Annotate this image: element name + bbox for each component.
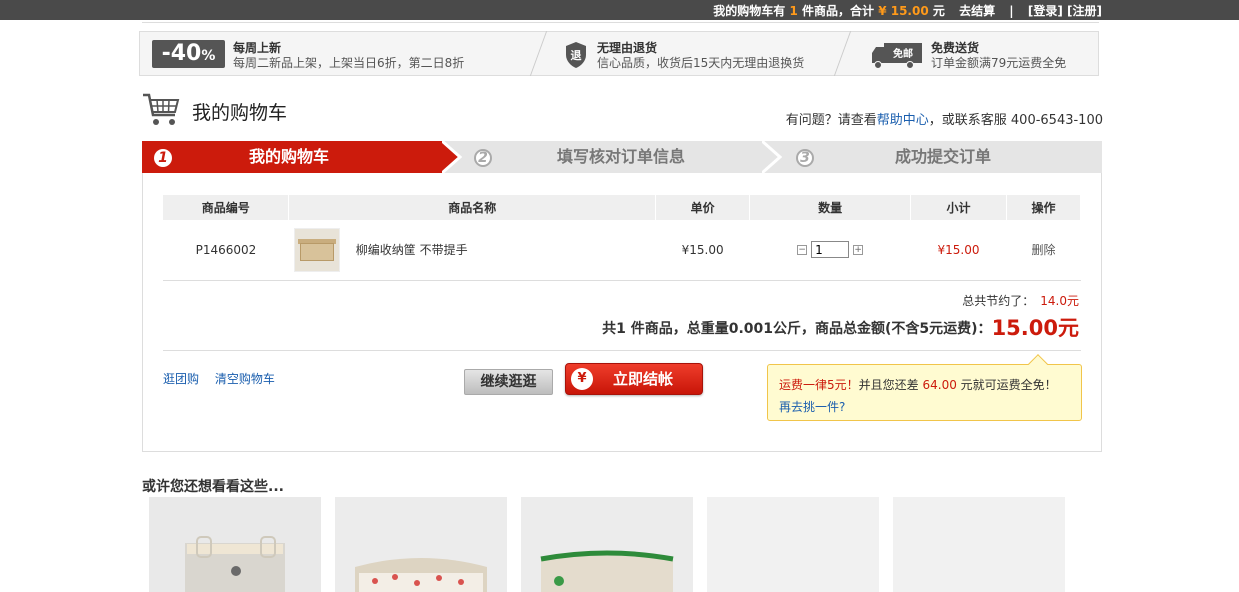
shopping-cart-icon (142, 92, 180, 128)
promo-new-desc: 每周二新品上架，上架当日6折，第二日8折 (233, 56, 465, 70)
login-link[interactable]: [登录] (1028, 4, 1063, 18)
step-number: 2 (474, 149, 492, 167)
help-suffix: ，或联系客服 400-6543-100 (928, 113, 1103, 128)
savings-label: 总共节约了： (962, 294, 1035, 308)
step-number: 3 (796, 149, 814, 167)
help-center-link[interactable]: 帮助中心 (877, 113, 929, 128)
help-line: 有问题？请查看帮助中心，或联系客服 400-6543-100 (786, 109, 1103, 128)
return-icon-text: 退 (571, 48, 582, 62)
item-sku: P1466002 (163, 220, 289, 281)
promo-divider (529, 31, 548, 76)
product-thumbnail[interactable] (293, 227, 340, 272)
recommendation-item[interactable] (521, 497, 693, 592)
green-zip-pouch-image (521, 497, 693, 592)
cart-links: 逛团购 清空购物车 (163, 370, 287, 387)
checkout-button[interactable]: ¥ 立即结帐 (565, 363, 703, 395)
cart-summary-prefix: 我的购物车有 (713, 4, 786, 18)
shipping-tip: 运费一律5元！并且您还差 64.00 元就可运费全免！ 再去挑一件? (767, 354, 1082, 421)
step-label: 我的购物车 (249, 147, 330, 166)
col-qty: 数量 (749, 195, 912, 220)
return-shield-icon: 退 (564, 41, 588, 72)
delete-link[interactable]: 删除 (1031, 243, 1055, 257)
order-total-value: 15.00元 (991, 316, 1079, 340)
tip-shipping-fee: 运费一律5元！ (779, 378, 859, 392)
tip-text-a: 并且您还差 (858, 378, 919, 392)
step-label: 成功提交订单 (895, 147, 992, 166)
item-name-cell: 柳编收纳筐 不带提手 (288, 220, 656, 281)
promo-return-desc: 信心品质，收货后15天内无理由退换货 (597, 56, 805, 70)
top-bar-cart-summary: 我的购物车有 1 件商品，合计 ¥ 15.00 元 去结算 | [登录] [注册… (713, 2, 1102, 19)
discount-percent: % (201, 48, 216, 64)
help-prefix: 有问题？请查看 (785, 113, 877, 128)
savings-line: 总共节约了： 14.0元 (962, 292, 1079, 309)
col-sku: 商品编号 (163, 195, 290, 220)
promo-divider (833, 31, 852, 76)
clear-cart-link[interactable]: 清空购物车 (215, 372, 275, 386)
group-buy-link[interactable]: 逛团购 (163, 372, 199, 386)
col-action: 操作 (1006, 195, 1081, 220)
step-chevron-icon (442, 141, 462, 173)
step-number: 1 (154, 149, 172, 167)
cart-item-count: 1 (789, 4, 798, 18)
cart-total-unit: 元 (932, 4, 945, 18)
checkout-button-label: 立即结帐 (612, 370, 673, 388)
qty-input[interactable] (811, 241, 850, 259)
tip-text-b: 元就可运费全免！ (960, 378, 1057, 392)
step-chevron-icon (762, 141, 782, 173)
item-action-cell: 删除 (1006, 220, 1081, 281)
step-submit: 3 成功提交订单 (794, 141, 1094, 173)
hanging-pouch-image (149, 497, 321, 592)
pick-another-link[interactable]: 再去挑一件? (779, 398, 845, 415)
cart-panel: 商品编号 商品名称 单价 数量 小计 操作 P1466002 柳编收纳筐 不带提… (142, 173, 1102, 452)
col-price: 单价 (655, 195, 751, 220)
item-price: ¥15.00 (655, 220, 750, 281)
qty-minus-button[interactable]: − (797, 244, 808, 255)
recommendation-item[interactable] (149, 497, 321, 592)
continue-shopping-button[interactable]: 继续逛逛 (464, 369, 553, 395)
promo-strip: -40% 每周上新 每周二新品上架，上架当日6折，第二日8折 退 无理由退货 信… (139, 31, 1099, 76)
yen-icon: ¥ (571, 368, 593, 390)
top-divider: | (1009, 4, 1014, 18)
recommendation-item[interactable] (707, 497, 879, 592)
savings-value: 14.0元 (1040, 294, 1079, 308)
recommendation-item[interactable] (893, 497, 1065, 592)
order-total-text: 共1 件商品，总重量0.001公斤，商品总金额(不含5元运费)： (602, 321, 992, 337)
discount-value: -40 (161, 41, 202, 66)
quantity-stepper: −+ (797, 241, 864, 259)
cart-table: 商品编号 商品名称 单价 数量 小计 操作 P1466002 柳编收纳筐 不带提… (163, 195, 1081, 281)
summary-divider (163, 350, 1081, 351)
step-cart: 1 我的购物车 (142, 141, 442, 173)
product-name-link[interactable]: 柳编收纳筐 不带提手 (356, 241, 468, 258)
recommendation-item[interactable] (335, 497, 507, 592)
order-total-line: 共1 件商品，总重量0.001公斤，商品总金额(不含5元运费)：15.00元 (602, 312, 1079, 342)
top-checkout-link[interactable]: 去结算 (959, 4, 995, 18)
free-shipping-truck-icon: 免邮 (870, 41, 924, 72)
item-qty-cell: −+ (749, 220, 911, 281)
tip-arrow (1028, 354, 1048, 374)
page-title: 我的购物车 (192, 102, 288, 124)
cart-total: ¥ 15.00 (878, 4, 929, 18)
recommendations-title: 或许您还想看看这些... (142, 479, 284, 495)
checkout-steps: 1 我的购物车 2 填写核对订单信息 3 成功提交订单 (142, 141, 1102, 173)
step-label: 填写核对订单信息 (557, 147, 686, 166)
register-link[interactable]: [注册] (1067, 4, 1102, 18)
tip-line-1: 运费一律5元！并且您还差 64.00 元就可运费全免！ (779, 376, 1057, 393)
col-name: 商品名称 (288, 195, 657, 220)
floral-pouch-image (335, 497, 507, 592)
top-divider-line (142, 22, 1099, 23)
discount-badge: -40% (152, 40, 225, 68)
col-subtotal: 小计 (910, 195, 1007, 220)
table-header-row: 商品编号 商品名称 单价 数量 小计 操作 (163, 195, 1081, 220)
tip-amount-left: 64.00 (922, 378, 957, 392)
shipping-icon-text: 免邮 (893, 47, 913, 60)
promo-shipping-desc: 订单金额满79元运费全免 (931, 56, 1067, 70)
top-bar: 我的购物车有 1 件商品，合计 ¥ 15.00 元 去结算 | [登录] [注册… (0, 0, 1239, 20)
step-fill-order: 2 填写核对订单信息 (472, 141, 772, 173)
item-subtotal: ¥15.00 (910, 220, 1007, 281)
cart-summary-mid: 件商品，合计 (801, 4, 874, 18)
qty-plus-button[interactable]: + (853, 244, 864, 255)
table-row: P1466002 柳编收纳筐 不带提手 ¥15.00 −+ ¥15.00 删除 (163, 220, 1081, 281)
